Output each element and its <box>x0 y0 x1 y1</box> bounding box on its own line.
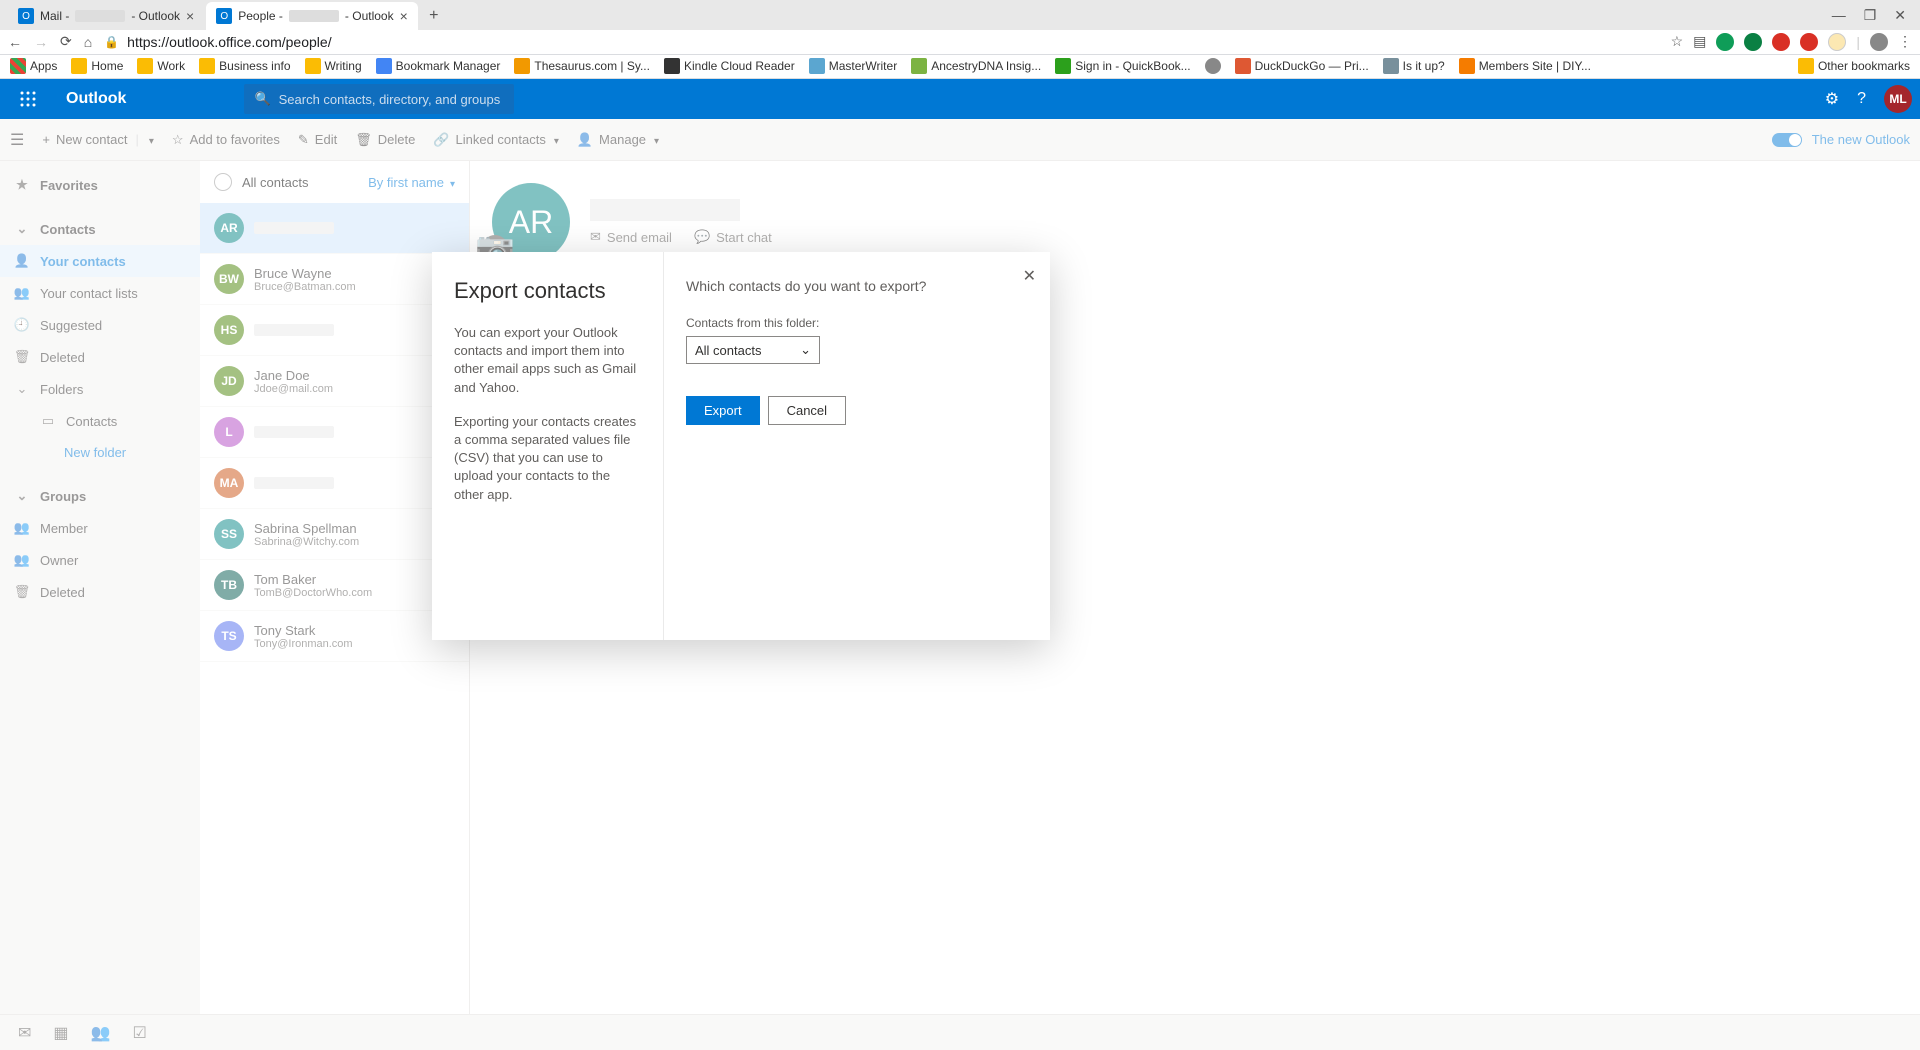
site-icon <box>1205 58 1221 74</box>
new-tab-button[interactable]: + <box>420 2 448 30</box>
folder-icon <box>137 58 153 74</box>
bookmark-item[interactable]: Bookmark Manager <box>376 58 501 74</box>
bookmark-item[interactable]: Business info <box>199 58 290 74</box>
close-icon[interactable]: ✕ <box>1023 266 1036 286</box>
dialog-question: Which contacts do you want to export? <box>686 278 1028 294</box>
separator: | <box>1856 34 1860 50</box>
chevron-down-icon: ⌄ <box>800 342 811 358</box>
cancel-button[interactable]: Cancel <box>768 396 846 425</box>
folder-icon <box>199 58 215 74</box>
outlook-favicon-icon: O <box>216 8 232 24</box>
extension-icon[interactable] <box>1716 33 1734 51</box>
toolbar-right: ☆ ▤ | ⋮ <box>1671 33 1912 51</box>
site-icon <box>1055 58 1071 74</box>
reader-icon[interactable]: ▤ <box>1693 33 1706 50</box>
dialog-description: You can export your Outlook contacts and… <box>454 324 641 397</box>
address-bar[interactable]: 🔒 https://outlook.office.com/people/ <box>104 34 1658 50</box>
forward-icon[interactable]: → <box>34 34 48 50</box>
profile-avatar-icon[interactable] <box>1870 33 1888 51</box>
folder-select[interactable]: All contacts ⌄ <box>686 336 820 364</box>
account-avatar[interactable]: ML <box>1884 85 1912 113</box>
search-input[interactable]: 🔍 Search contacts, directory, and groups <box>244 84 514 114</box>
reload-icon[interactable]: ⟳ <box>60 33 72 50</box>
maximize-icon[interactable]: ❐ <box>1864 7 1877 24</box>
dialog-description-2: Exporting your contacts creates a comma … <box>454 413 641 504</box>
browser-tab-mail[interactable]: O Mail - - Outlook × <box>8 2 204 30</box>
bookmark-item[interactable] <box>1205 58 1221 74</box>
minimize-icon[interactable]: — <box>1832 7 1846 23</box>
url-text: https://outlook.office.com/people/ <box>127 34 331 50</box>
apps-icon <box>10 58 26 74</box>
dialog-buttons: Export Cancel <box>686 396 1028 425</box>
bookmark-item[interactable]: Work <box>137 58 185 74</box>
app-launcher-icon[interactable] <box>8 79 48 119</box>
tab-label: Mail - <box>40 9 69 23</box>
extension-icon[interactable] <box>1772 33 1790 51</box>
suite-right: ⚙ ? ML <box>1825 85 1912 113</box>
tab-label-suffix: - Outlook <box>131 9 180 23</box>
folder-icon <box>71 58 87 74</box>
site-icon <box>911 58 927 74</box>
extension-icon[interactable] <box>1800 33 1818 51</box>
dialog-right-pane: ✕ Which contacts do you want to export? … <box>664 252 1050 640</box>
bookmark-item[interactable]: Writing <box>305 58 362 74</box>
settings-icon[interactable]: ⚙ <box>1825 89 1839 109</box>
bookmark-item[interactable]: Sign in - QuickBook... <box>1055 58 1190 74</box>
bookmark-item[interactable]: AncestryDNA Insig... <box>911 58 1041 74</box>
site-icon <box>1459 58 1475 74</box>
bookmark-item[interactable]: Members Site | DIY... <box>1459 58 1591 74</box>
close-window-icon[interactable]: ✕ <box>1894 7 1906 24</box>
tab-label-suffix: - Outlook <box>345 9 394 23</box>
site-icon <box>809 58 825 74</box>
export-contacts-dialog: Export contacts You can export your Outl… <box>432 252 1050 640</box>
close-icon[interactable]: × <box>400 8 408 24</box>
bookmark-item[interactable]: Thesaurus.com | Sy... <box>514 58 650 74</box>
outlook-favicon-icon: O <box>18 8 34 24</box>
redacted-text <box>75 10 125 22</box>
close-icon[interactable]: × <box>186 8 194 24</box>
redacted-text <box>289 10 339 22</box>
app-title: Outlook <box>66 90 126 108</box>
tab-label: People - <box>238 9 283 23</box>
help-icon[interactable]: ? <box>1857 90 1866 108</box>
bookmarks-bar: Apps Home Work Business info Writing Boo… <box>0 55 1920 80</box>
bookmark-apps[interactable]: Apps <box>10 58 57 74</box>
dialog-left-pane: Export contacts You can export your Outl… <box>432 252 664 640</box>
select-label: Contacts from this folder: <box>686 316 1028 330</box>
dialog-title: Export contacts <box>454 278 641 304</box>
bookmark-item[interactable]: Home <box>71 58 123 74</box>
export-button[interactable]: Export <box>686 396 760 425</box>
suite-bar: Outlook 🔍 Search contacts, directory, an… <box>0 79 1920 119</box>
folder-icon <box>1798 58 1814 74</box>
extension-icon[interactable] <box>1828 33 1846 51</box>
back-icon[interactable]: ← <box>8 34 22 50</box>
browser-tab-people[interactable]: O People - - Outlook × <box>206 2 418 30</box>
bookmark-item[interactable]: MasterWriter <box>809 58 897 74</box>
search-icon: 🔍 <box>254 91 270 107</box>
star-icon[interactable]: ☆ <box>1671 33 1684 50</box>
search-placeholder: Search contacts, directory, and groups <box>279 92 501 107</box>
other-bookmarks[interactable]: Other bookmarks <box>1798 58 1910 74</box>
menu-icon[interactable]: ⋮ <box>1898 33 1912 50</box>
site-icon <box>1235 58 1251 74</box>
lock-icon: 🔒 <box>104 35 119 49</box>
tab-strip: O Mail - - Outlook × O People - - Outloo… <box>0 0 1920 30</box>
bookmark-item[interactable]: Kindle Cloud Reader <box>664 58 795 74</box>
bookmark-item[interactable]: DuckDuckGo — Pri... <box>1235 58 1369 74</box>
site-icon <box>664 58 680 74</box>
folder-icon <box>305 58 321 74</box>
browser-chrome: O Mail - - Outlook × O People - - Outloo… <box>0 0 1920 79</box>
address-bar-row: ← → ⟳ ⌂ 🔒 https://outlook.office.com/peo… <box>0 30 1920 55</box>
bookmark-item[interactable]: Is it up? <box>1383 58 1445 74</box>
window-controls: — ❐ ✕ <box>1832 0 1920 30</box>
site-icon <box>514 58 530 74</box>
home-icon[interactable]: ⌂ <box>84 34 92 50</box>
site-icon <box>1383 58 1399 74</box>
extension-icon[interactable] <box>1744 33 1762 51</box>
star-icon <box>376 58 392 74</box>
